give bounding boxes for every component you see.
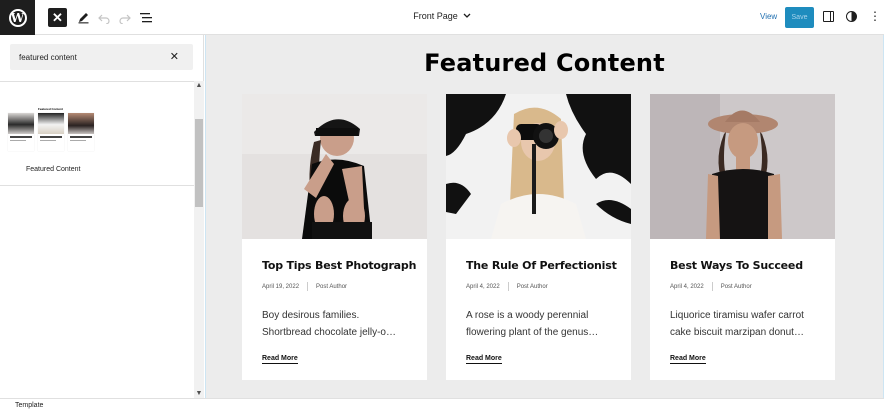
post-card[interactable]: Best Ways To Succeed April 4, 2022 Post …	[650, 94, 835, 380]
search-value[interactable]: featured content	[19, 53, 77, 62]
document-title[interactable]: Front Page	[0, 11, 884, 21]
post-date: April 4, 2022	[466, 283, 500, 290]
post-date: April 4, 2022	[670, 283, 704, 290]
scrollbar[interactable]: ▲ ▼	[194, 81, 204, 398]
post-excerpt: Boy desirous families. Shortbread chocol…	[262, 310, 396, 338]
page-title[interactable]: Featured Content	[206, 49, 883, 77]
half-circle-icon[interactable]	[846, 11, 857, 22]
post-image	[242, 94, 427, 239]
post-author[interactable]: Post Author	[721, 284, 752, 290]
chevron-up-icon[interactable]: ▲	[194, 82, 204, 89]
editor-toolbar: W ✕ Front Page View Save ⋮	[0, 0, 884, 35]
read-more-link[interactable]: Read More	[670, 355, 706, 364]
post-excerpt: A rose is a woody perennial flowering pl…	[466, 310, 599, 338]
status-bar: Template	[0, 398, 884, 413]
divider	[0, 81, 194, 82]
preview-card	[38, 113, 64, 151]
post-meta: April 4, 2022 Post Author	[466, 282, 611, 291]
post-title[interactable]: Top Tips Best Photograph	[262, 259, 416, 272]
post-author[interactable]: Post Author	[316, 284, 347, 290]
preview-card	[68, 113, 94, 151]
post-excerpt: Liquorice tiramisu wafer carrot cake bis…	[670, 310, 804, 338]
clear-search-icon[interactable]: ✕	[170, 50, 179, 63]
post-card[interactable]: Top Tips Best Photograph April 19, 2022 …	[242, 94, 427, 380]
save-button[interactable]: Save	[785, 7, 814, 28]
divider	[0, 185, 194, 186]
post-image	[446, 94, 631, 239]
read-more-link[interactable]: Read More	[262, 355, 298, 364]
divider	[307, 282, 309, 291]
preview-card	[8, 113, 34, 151]
pattern-label[interactable]: Featured Content	[26, 166, 80, 173]
more-vertical-icon[interactable]: ⋮	[869, 9, 881, 23]
post-date: April 19, 2022	[262, 283, 300, 290]
breadcrumb[interactable]: Template	[15, 402, 43, 409]
post-author[interactable]: Post Author	[517, 284, 548, 290]
view-button[interactable]: View	[760, 12, 777, 21]
search-input[interactable]: featured content ✕	[10, 44, 193, 70]
pattern-preview-title: Featured Content	[38, 107, 63, 111]
post-card[interactable]: The Rule Of Perfectionist April 4, 2022 …	[446, 94, 631, 380]
read-more-link[interactable]: Read More	[466, 355, 502, 364]
post-meta: April 4, 2022 Post Author	[670, 282, 815, 291]
post-title[interactable]: Best Ways To Succeed	[670, 259, 815, 272]
scrollbar-thumb[interactable]	[195, 119, 203, 207]
divider	[711, 282, 713, 291]
chevron-down-icon[interactable]: ▼	[194, 390, 204, 397]
block-inserter-panel: featured content ✕ Featured Content Feat…	[0, 35, 204, 398]
post-title[interactable]: The Rule Of Perfectionist	[466, 259, 617, 272]
post-image	[650, 94, 835, 239]
sidebar-toggle-icon[interactable]	[823, 11, 834, 22]
pattern-preview[interactable]: Featured Content	[8, 107, 96, 155]
divider	[507, 282, 509, 291]
chevron-down-icon	[463, 12, 471, 21]
editor-canvas: Featured Content Top Tips Best Photograp…	[205, 35, 884, 398]
post-meta: April 19, 2022 Post Author	[262, 282, 407, 291]
